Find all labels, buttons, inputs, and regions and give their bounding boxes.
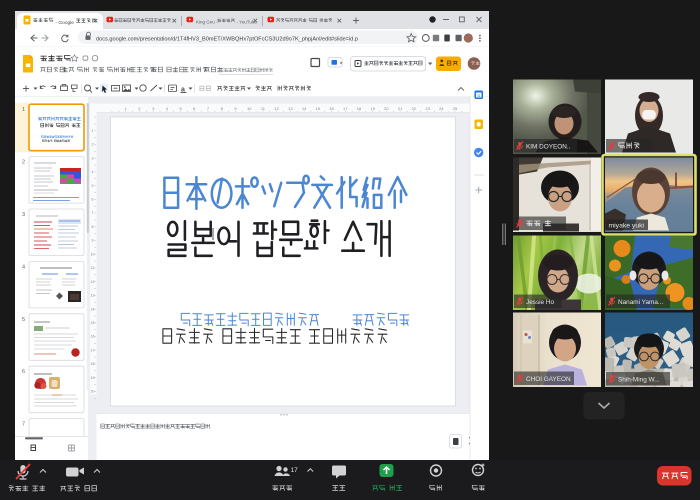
svg-text:King Gnu -: King Gnu - xyxy=(196,19,218,24)
svg-text:3: 3 xyxy=(22,212,25,218)
svg-text:17: 17 xyxy=(343,106,348,111)
svg-text:- YouTube: - YouTube xyxy=(237,19,258,24)
svg-text:14: 14 xyxy=(91,307,95,311)
svg-text:6: 6 xyxy=(92,198,94,202)
svg-text:miyake yuki: miyake yuki xyxy=(609,222,645,229)
svg-text:16: 16 xyxy=(91,335,95,339)
svg-text:22: 22 xyxy=(412,106,417,111)
svg-text:16: 16 xyxy=(329,106,334,111)
svg-text:8: 8 xyxy=(92,225,94,229)
svg-text:13: 13 xyxy=(91,294,95,298)
svg-text:7: 7 xyxy=(92,211,94,215)
svg-text:24: 24 xyxy=(439,106,444,111)
svg-text:docs.google.com/presentation/d: docs.google.com/presentation/d/1T4fHV3_B… xyxy=(96,36,358,42)
svg-text:15: 15 xyxy=(316,106,321,111)
svg-text:18: 18 xyxy=(357,106,362,111)
svg-text:7: 7 xyxy=(22,422,25,428)
svg-text:20: 20 xyxy=(384,106,389,111)
svg-text:25: 25 xyxy=(453,106,458,111)
svg-text:19: 19 xyxy=(91,376,95,380)
svg-text:12: 12 xyxy=(91,280,95,284)
svg-text:1: 1 xyxy=(92,129,94,133)
svg-text:17: 17 xyxy=(91,348,95,352)
svg-text:19: 19 xyxy=(370,106,375,111)
svg-text:5: 5 xyxy=(22,317,25,323)
svg-text:Shih-Ming W...: Shih-Ming W... xyxy=(618,377,660,384)
svg-text:KIM DOYEON..: KIM DOYEON.. xyxy=(526,144,571,151)
svg-text:- Google: - Google xyxy=(56,20,75,26)
svg-text:13: 13 xyxy=(288,106,293,111)
svg-text:20: 20 xyxy=(91,390,95,394)
svg-text:11: 11 xyxy=(91,266,95,270)
svg-text:4: 4 xyxy=(22,264,25,270)
svg-text:6: 6 xyxy=(22,369,25,375)
svg-text:1: 1 xyxy=(22,107,25,113)
svg-text:15: 15 xyxy=(91,321,95,325)
svg-text:14: 14 xyxy=(302,106,307,111)
svg-text:Nanami Yama...: Nanami Yama... xyxy=(618,299,663,306)
svg-text:21: 21 xyxy=(398,106,403,111)
svg-text:31: 31 xyxy=(477,94,481,98)
svg-text:2: 2 xyxy=(22,160,25,166)
svg-text:10: 10 xyxy=(247,106,252,111)
svg-text:17: 17 xyxy=(291,467,299,474)
svg-text:CHOI GAYEON: CHOI GAYEON xyxy=(526,376,571,383)
svg-text:23: 23 xyxy=(425,106,430,111)
svg-text:18: 18 xyxy=(91,362,95,366)
svg-text:Jessie Ho: Jessie Ho xyxy=(526,299,555,306)
svg-text:9: 9 xyxy=(92,239,94,243)
svg-text:5: 5 xyxy=(92,184,94,188)
svg-text:10: 10 xyxy=(91,252,95,256)
svg-text:2: 2 xyxy=(92,143,94,147)
svg-text:12: 12 xyxy=(274,106,279,111)
svg-text:4: 4 xyxy=(92,170,94,174)
svg-text:3: 3 xyxy=(92,156,94,160)
